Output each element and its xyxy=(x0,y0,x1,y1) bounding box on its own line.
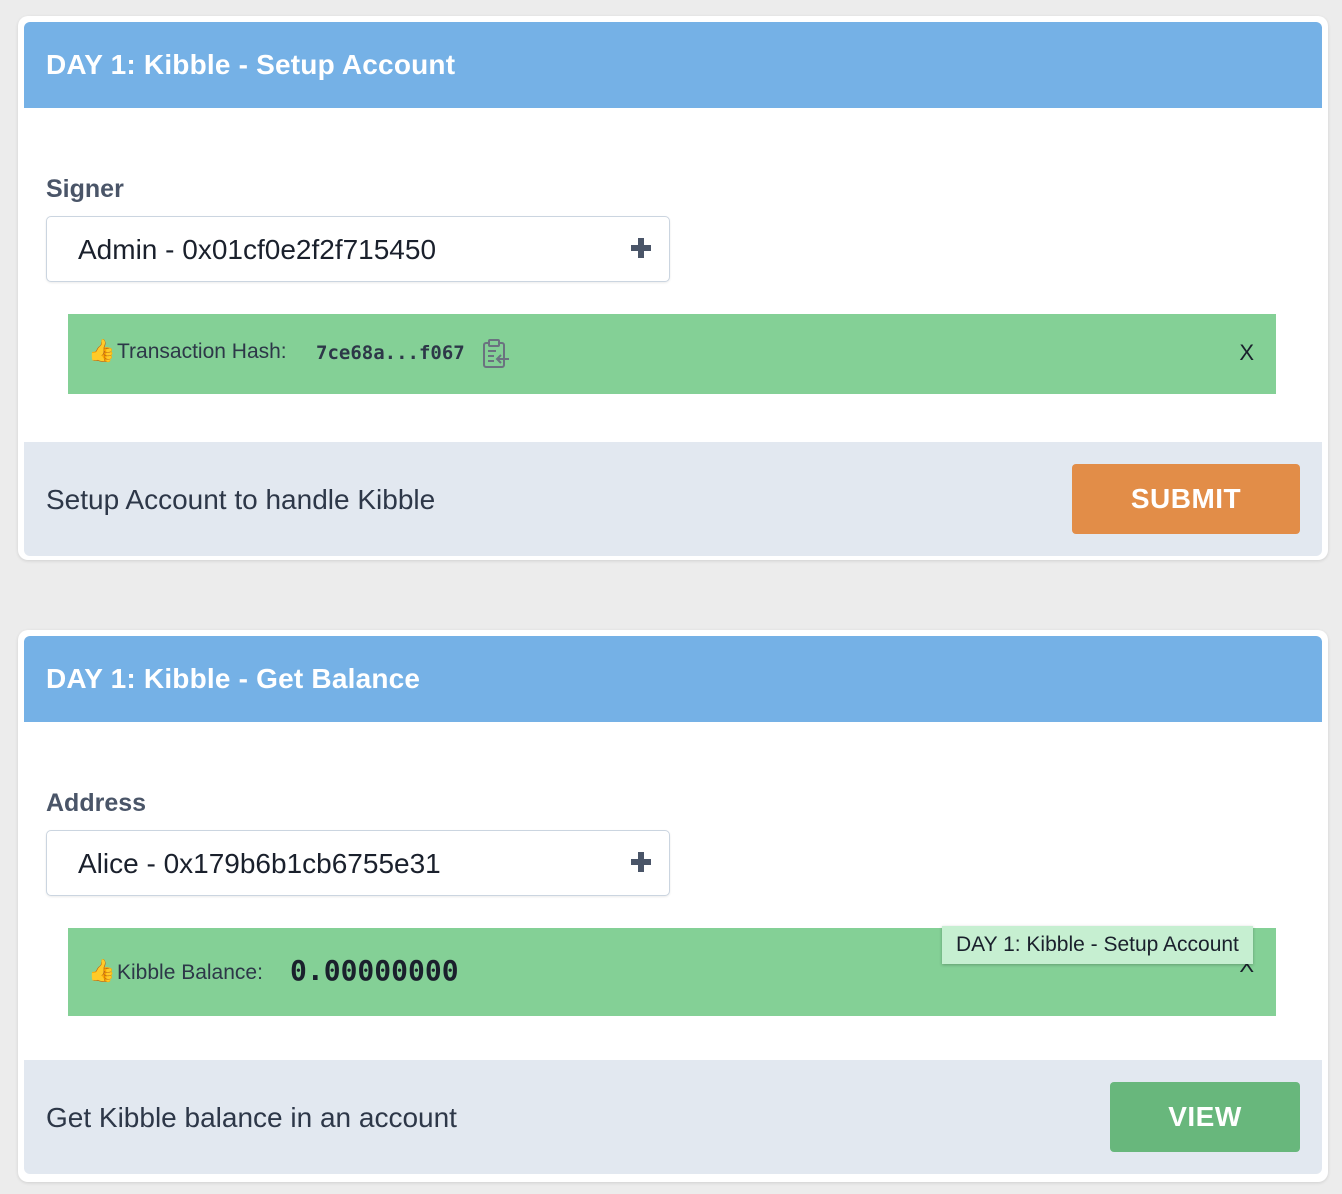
kibble-balance-value: 0.00000000 xyxy=(290,954,459,987)
close-alert-button[interactable]: X xyxy=(1239,340,1254,366)
address-select-value: Alice - 0x179b6b1cb6755e31 xyxy=(78,848,441,879)
transaction-hash-alert: 👍 Transaction Hash: 7ce68a...f067 X xyxy=(68,314,1276,394)
thumbs-up-icon: 👍 xyxy=(88,338,116,363)
thumbs-up-icon: 👍 xyxy=(88,958,116,983)
card-footer: Setup Account to handle Kibble SUBMIT xyxy=(24,442,1322,556)
submit-button[interactable]: SUBMIT xyxy=(1072,464,1300,534)
signer-select[interactable]: Admin - 0x01cf0e2f2f715450 xyxy=(46,216,670,282)
card-description: Setup Account to handle Kibble xyxy=(46,484,436,515)
card-title: DAY 1: Kibble - Setup Account xyxy=(46,49,456,80)
clipboard-copy-icon[interactable] xyxy=(482,338,512,370)
plus-icon[interactable] xyxy=(631,852,651,872)
address-select[interactable]: Alice - 0x179b6b1cb6755e31 xyxy=(46,830,670,896)
get-balance-card: DAY 1: Kibble - Get Balance Address Alic… xyxy=(18,630,1328,1182)
card-header: DAY 1: Kibble - Get Balance xyxy=(24,636,1322,722)
tooltip: DAY 1: Kibble - Setup Account xyxy=(942,926,1253,964)
signer-select-value: Admin - 0x01cf0e2f2f715450 xyxy=(78,234,437,265)
transaction-hash-label: Transaction Hash: xyxy=(117,340,287,363)
plus-icon[interactable] xyxy=(631,238,651,258)
signer-label: Signer xyxy=(46,175,124,203)
setup-account-card: DAY 1: Kibble - Setup Account Signer Adm… xyxy=(18,16,1328,560)
transaction-hash-value: 7ce68a...f067 xyxy=(316,342,465,364)
card-header: DAY 1: Kibble - Setup Account xyxy=(24,22,1322,108)
card-description: Get Kibble balance in an account xyxy=(46,1102,457,1133)
view-button[interactable]: VIEW xyxy=(1110,1082,1300,1152)
card-title: DAY 1: Kibble - Get Balance xyxy=(46,663,421,694)
kibble-balance-label: Kibble Balance: xyxy=(117,961,263,984)
address-label: Address xyxy=(46,789,147,817)
card-footer: Get Kibble balance in an account VIEW xyxy=(24,1060,1322,1174)
